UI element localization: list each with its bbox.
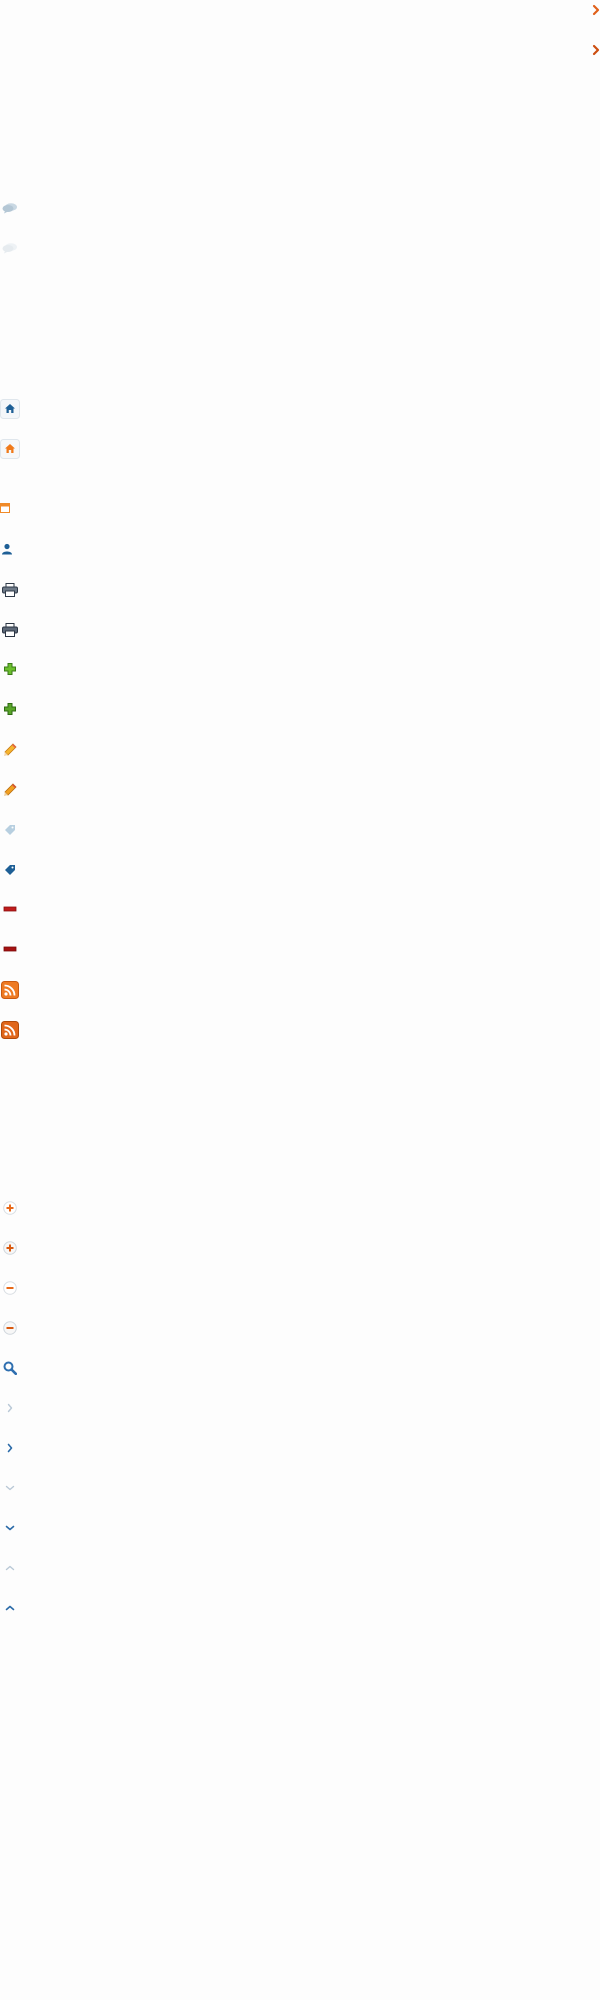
chevron-down-light-icon [5,1484,15,1492]
rss-icon [1,981,19,999]
chevron-up-light-icon [5,1564,15,1572]
pencil-hover-icon [3,783,17,797]
zoom-out-circle-icon [3,1281,17,1295]
calendar-icon [0,503,10,513]
tag-light-icon [4,824,16,836]
pencil-icon [3,743,17,757]
tag-dark-icon [4,864,16,876]
minus-red-icon [3,905,17,913]
chevron-right-orange-icon [591,4,600,16]
user-icon [1,543,13,555]
plus-green-hover-icon [4,703,16,715]
plus-green-icon [4,663,16,675]
chevron-right-dark-icon [6,1443,14,1453]
chevron-up-dark-icon [5,1604,15,1612]
minus-red-hover-icon [3,945,17,953]
zoom-in-circle-hover-icon [3,1241,17,1255]
zoom-out-circle-hover-icon [3,1321,17,1335]
home-orange-icon [0,439,20,459]
printer-hover-icon [2,623,18,637]
speech-bubble-faded-icon [2,242,18,254]
printer-icon [2,583,18,597]
chevron-right-light-icon [6,1403,14,1413]
icon-sprite-sheet [0,0,600,2000]
search-icon [3,1361,17,1375]
speech-bubble-icon [2,202,18,214]
chevron-right-orange-hover-icon [591,44,600,56]
zoom-in-circle-icon [3,1201,17,1215]
rss-hover-icon [1,1021,19,1039]
home-blue-icon [0,399,20,419]
chevron-down-dark-icon [5,1524,15,1532]
